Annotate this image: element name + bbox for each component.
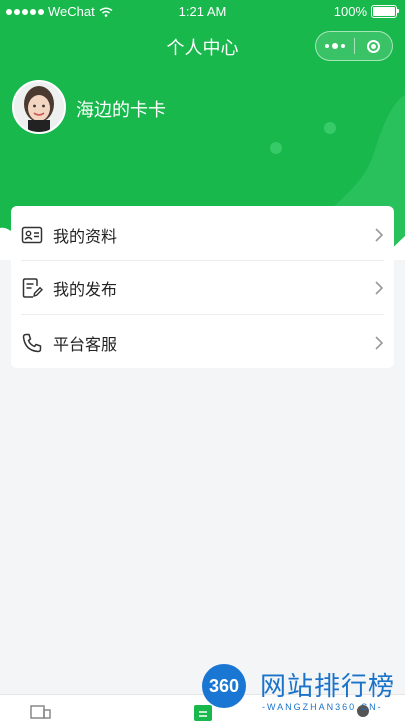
mini-program-capsule xyxy=(315,31,393,61)
username: 海边的卡卡 xyxy=(76,100,166,120)
close-icon xyxy=(367,39,380,53)
menu-item-customer-service[interactable]: 平台客服 xyxy=(11,316,394,368)
menu-card: 我的资料 我的发布 平台客服 xyxy=(11,206,394,368)
divider xyxy=(21,314,384,315)
chevron-right-icon xyxy=(375,281,384,295)
battery-percent: 100% xyxy=(333,4,367,19)
avatar-image xyxy=(14,82,64,132)
phone-icon xyxy=(22,333,42,353)
watermark-logo-badge: 360 xyxy=(202,664,246,708)
menu-item-my-profile[interactable]: 我的资料 xyxy=(11,208,394,262)
menu-item-label: 平台客服 xyxy=(53,337,118,354)
chevron-right-icon xyxy=(375,228,384,242)
menu-item-my-posts[interactable]: 我的发布 xyxy=(11,261,394,315)
id-card-icon xyxy=(21,226,43,244)
tab-home-icon[interactable] xyxy=(30,703,52,721)
close-button[interactable] xyxy=(355,39,392,53)
watermark-title: 网站排行榜 xyxy=(260,671,396,701)
edit-document-icon xyxy=(22,278,43,298)
menu-item-label: 我的发布 xyxy=(53,282,118,299)
watermark-logo: 360 网站排行榜 -WANGZHAN360.CN- xyxy=(198,660,405,720)
chevron-right-icon xyxy=(375,336,384,350)
watermark-subtitle: -WANGZHAN360.CN- xyxy=(262,702,383,712)
avatar[interactable] xyxy=(12,80,66,134)
status-bar: WeChat 1:21 AM 100% xyxy=(0,0,405,22)
more-button[interactable] xyxy=(316,43,354,49)
battery-icon xyxy=(371,5,399,18)
menu-item-label: 我的资料 xyxy=(53,229,118,246)
